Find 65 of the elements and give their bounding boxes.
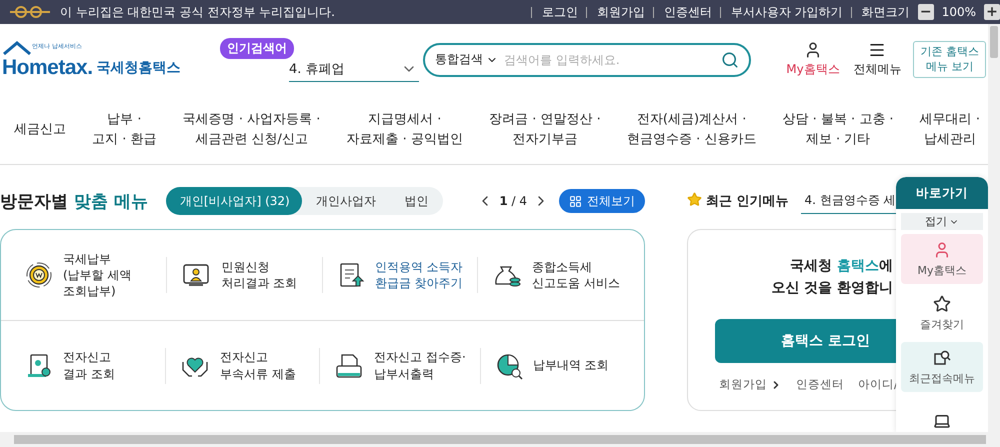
printer-icon [334, 352, 364, 380]
top-link[interactable]: 로그인 [530, 6, 578, 18]
view-all-button[interactable]: 전체보기 [559, 189, 645, 213]
nav-menu-item[interactable]: 세금신고 [14, 120, 66, 140]
person-icon [933, 240, 951, 258]
logo-brand[interactable]: Hometax. [2, 56, 93, 80]
search-bar[interactable]: 통합검색 검색어를 입력하세요. [423, 42, 751, 76]
legacy-menu-button[interactable]: 기존 홈택스 메뉴 보기 [913, 40, 986, 78]
shortcut-item[interactable]: 최근접속메뉴 [901, 342, 983, 392]
star-icon [933, 294, 951, 312]
section-title-highlight: 맞춤 메뉴 [74, 190, 148, 212]
popular-menu-label: 최근 인기메뉴 [687, 192, 789, 210]
house-logo-icon [2, 40, 32, 58]
nav-menu-item[interactable]: 상담 · 불복 · 고충 · 제보 · 기타 [782, 110, 894, 149]
visitor-tab[interactable]: 개인사업자 [302, 187, 390, 215]
quick-menu-link[interactable]: 전자신고 결과 조회 [11, 348, 166, 384]
popular-badge: 인기검색어 [220, 38, 294, 58]
nav-menu-item[interactable]: 지급명세서 · 자료제출 · 공익법인 [346, 110, 463, 149]
horizontal-scrollbar[interactable] [0, 432, 1000, 447]
zoom-value: 100% [942, 5, 976, 19]
star-icon [687, 192, 702, 207]
emblem-icon [8, 5, 52, 19]
welcome-message: 국세청 홈택스에 오신 것을 환영합니 [770, 257, 893, 298]
nav-menu-item[interactable]: 전자(세금)계산서 · 현금영수증 · 신용카드 [626, 110, 756, 149]
account-link[interactable]: 인증센터 [796, 377, 844, 392]
menu-icon [868, 41, 886, 59]
logo-name: 국세청홈택스 [96, 58, 181, 76]
vertical-scrollbar[interactable] [988, 24, 1000, 432]
quick-menu-link[interactable]: 납부내역 조회 [480, 348, 634, 384]
quick-menu-link[interactable]: 인적용역 소득자 환급금 찾아주기 [322, 257, 478, 293]
recent-window-icon [933, 348, 951, 366]
nav-menu-item[interactable]: 장려금 · 연말정산 · 전자기부금 [489, 110, 601, 149]
top-link[interactable]: 인증센터 [652, 6, 712, 18]
laptop-icon [933, 412, 951, 430]
section-title: 방문자별 [0, 190, 68, 212]
quick-menu-link[interactable]: 민원신청 처리결과 조회 [166, 257, 322, 293]
quick-menu-link[interactable]: 종합소득세 신고도움 서비스 [477, 257, 634, 293]
zoom-out-button[interactable]: − [918, 4, 934, 20]
top-link[interactable]: 회원가입 [586, 6, 645, 18]
zoom-label[interactable]: 화면크기 [850, 6, 910, 18]
login-button[interactable]: 홈택스 로그인 [715, 319, 896, 364]
my-hometax-button[interactable]: My홈택스 [786, 41, 840, 78]
search-icon[interactable] [721, 50, 739, 68]
visitor-tab[interactable]: 개인[비사업자] (32) [166, 187, 302, 215]
search-scope-dropdown[interactable]: 통합검색 [435, 51, 498, 68]
zoom-in-button[interactable]: + [984, 4, 1000, 20]
nav-menu-item[interactable]: 국세증명 · 사업자등록 · 세금관련 신청/신고 [182, 110, 320, 149]
visitor-tab[interactable]: 법인 [390, 187, 444, 215]
nav-menu-item[interactable]: 세무대리 · 납세관리 [920, 110, 980, 149]
pie-chart-icon [494, 352, 523, 380]
page-indicator: 1 / 4 [499, 194, 527, 208]
nav-menu-item[interactable]: 납부 · 고지 · 환급 [92, 110, 157, 149]
popular-term-dropdown[interactable]: 4. 휴폐업 [289, 58, 419, 82]
shortcut-title: 바로가기 [896, 177, 988, 209]
quick-menu-link[interactable]: 전자신고 부속서류 제출 [165, 348, 320, 384]
certificate-icon [25, 352, 53, 380]
notice-text: 이 누리집은 대한민국 공식 전자정부 누리집입니다. [60, 4, 336, 20]
quick-menu-link[interactable]: 전자신고 접수증· 납부서출력 [319, 348, 480, 384]
collapse-button[interactable]: 접기 [901, 213, 983, 230]
account-link[interactable]: 회원가입 [719, 377, 782, 392]
all-menu-button[interactable]: 전체메뉴 [853, 41, 902, 78]
shortcut-item[interactable]: My홈택스 [901, 234, 983, 284]
top-link[interactable]: 부서사용자 가입하기 [720, 6, 843, 18]
coin-icon [25, 261, 53, 289]
grid-icon [569, 194, 582, 208]
